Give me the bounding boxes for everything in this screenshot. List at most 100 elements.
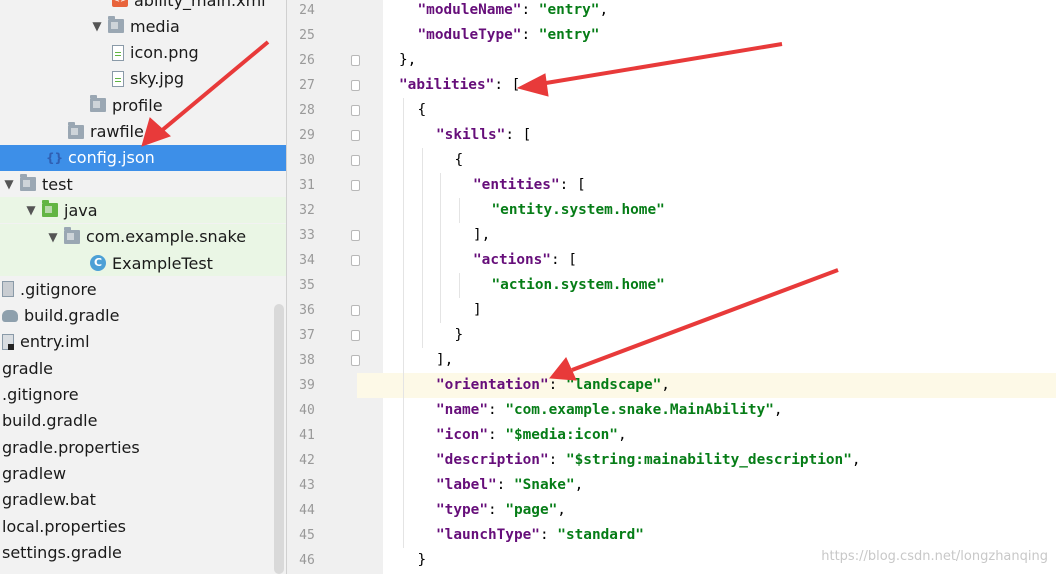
json-punctuation: :	[487, 501, 506, 518]
green-folder-icon	[42, 200, 58, 218]
json-string: "entity.system.home"	[491, 201, 665, 218]
line-number: 30	[299, 152, 315, 168]
line-number: 41	[299, 427, 315, 443]
fold-marker-icon[interactable]	[351, 104, 360, 116]
expand-arrow-icon[interactable]: ▼	[46, 230, 60, 244]
code-line[interactable]: "skills": [	[383, 123, 1056, 148]
code-line[interactable]: "launchType": "standard"	[383, 523, 1056, 548]
code-line[interactable]: },	[383, 48, 1056, 73]
json-punctuation: ],	[436, 351, 454, 368]
code-line[interactable]: "entities": [	[383, 173, 1056, 198]
tree-item[interactable]: gradle.properties	[0, 434, 286, 460]
tree-scrollbar[interactable]	[274, 304, 284, 574]
tree-item[interactable]: gradle	[0, 355, 286, 381]
code-line[interactable]: "moduleType": "entry"	[383, 23, 1056, 48]
json-punctuation: }	[454, 326, 464, 343]
line-number: 40	[299, 402, 315, 418]
tree-item-label: com.example.snake	[86, 227, 247, 247]
code-line[interactable]: "label": "Snake",	[383, 473, 1056, 498]
fold-marker-icon[interactable]	[351, 79, 360, 91]
tree-item[interactable]: .gitignore	[0, 276, 286, 302]
line-number: 45	[299, 527, 315, 543]
code-line[interactable]: {	[383, 98, 1056, 123]
tree-item-label: build.gradle	[24, 306, 120, 326]
fold-marker-icon[interactable]	[351, 179, 360, 191]
tree-item[interactable]: ▼ media	[0, 13, 286, 39]
tree-item-label: ExampleTest	[112, 253, 213, 273]
code-line[interactable]: "actions": [	[383, 248, 1056, 273]
json-key: "type"	[436, 501, 488, 518]
line-number: 26	[299, 52, 315, 68]
code-line[interactable]: ],	[383, 223, 1056, 248]
tree-item[interactable]: ▼ com.example.snake	[0, 223, 286, 250]
code-line[interactable]: "abilities": [	[383, 73, 1056, 98]
tree-item[interactable]: ▼ test	[0, 171, 286, 197]
tree-item[interactable]: entry.iml	[0, 329, 286, 355]
folder-icon	[90, 95, 106, 113]
tree-item[interactable]: settings.gradle	[0, 539, 286, 565]
editor-gutter: 24 25 26 27 28 29 30 31 32 33 34 35 36 37 38 39 40 41 42 43…	[286, 0, 384, 574]
fold-marker-icon[interactable]	[351, 329, 360, 341]
tree-item[interactable]: gradlew.bat	[0, 487, 286, 513]
tree-item-label: gradlew.bat	[2, 490, 96, 510]
code-line[interactable]: "type": "page",	[383, 498, 1056, 523]
line-number: 29	[299, 127, 315, 143]
tree-item[interactable]: icon.png	[0, 40, 286, 66]
code-line[interactable]: "action.system.home"	[383, 273, 1056, 298]
json-punctuation: {	[417, 101, 427, 118]
json-string: "com.example.snake.MainAbility"	[505, 401, 774, 418]
tree-item[interactable]: local.properties	[0, 513, 286, 539]
tree-item[interactable]: build.gradle	[0, 303, 286, 329]
folder-icon	[108, 16, 124, 34]
fold-marker-icon[interactable]	[351, 354, 360, 366]
tree-item[interactable]: {} config.json	[0, 144, 286, 171]
json-string: "entry"	[538, 1, 600, 18]
code-line[interactable]: "entity.system.home"	[383, 198, 1056, 223]
tree-item-label: build.gradle	[2, 411, 98, 431]
expand-arrow-icon[interactable]: ▼	[90, 19, 104, 33]
tree-item[interactable]: ▼ java	[0, 197, 286, 224]
fold-marker-icon[interactable]	[351, 229, 360, 241]
line-number: 28	[299, 102, 315, 118]
tree-item[interactable]: <> ability_main.xml	[0, 0, 286, 13]
json-key: "orientation"	[436, 376, 549, 393]
json-key: "label"	[436, 476, 497, 493]
fold-marker-icon[interactable]	[351, 154, 360, 166]
json-punctuation: ]	[473, 301, 482, 318]
fold-marker-icon[interactable]	[351, 129, 360, 141]
expand-arrow-icon[interactable]: ▼	[24, 203, 38, 217]
json-punctuation: },	[399, 51, 417, 68]
image-file-icon	[112, 44, 124, 61]
code-line[interactable]: "name": "com.example.snake.MainAbility",	[383, 398, 1056, 423]
json-string: "landscape"	[565, 376, 662, 393]
code-line[interactable]: "moduleName": "entry",	[383, 0, 1056, 23]
code-line[interactable]: "orientation": "landscape",	[383, 372, 1056, 398]
tree-item[interactable]: rawfile	[0, 119, 286, 145]
indent-guide	[421, 147, 423, 348]
line-number: 31	[299, 177, 315, 193]
tree-item-label: gradle.properties	[2, 437, 140, 457]
tree-item[interactable]: sky.jpg	[0, 66, 286, 92]
fold-marker-icon[interactable]	[351, 254, 360, 266]
code-line[interactable]: "description": "$string:mainability_desc…	[383, 448, 1056, 473]
folder-icon	[20, 174, 36, 192]
code-line[interactable]: {	[383, 148, 1056, 173]
json-punctuation: : [	[494, 76, 521, 93]
tree-item[interactable]: build.gradle	[0, 408, 286, 434]
code-line[interactable]: }	[383, 323, 1056, 348]
expand-arrow-icon[interactable]: ▼	[2, 177, 16, 191]
tree-item-label: profile	[112, 95, 163, 115]
tree-item[interactable]: C ExampleTest	[0, 250, 286, 276]
indent-guide	[458, 197, 460, 223]
tree-item[interactable]: gradlew	[0, 460, 286, 486]
tree-item[interactable]: profile	[0, 92, 286, 118]
fold-marker-icon[interactable]	[351, 54, 360, 66]
fold-marker-icon[interactable]	[351, 304, 360, 316]
code-line[interactable]: ]	[383, 298, 1056, 323]
tree-item[interactable]: .gitignore	[0, 382, 286, 408]
indent-guide	[440, 172, 441, 323]
code-line[interactable]: ],	[383, 348, 1056, 373]
code-line[interactable]: "icon": "$media:icon",	[383, 423, 1056, 448]
code-editor[interactable]: "moduleName": "entry", "moduleType": "ent…	[383, 0, 1056, 574]
java-class-icon: C	[90, 255, 106, 271]
